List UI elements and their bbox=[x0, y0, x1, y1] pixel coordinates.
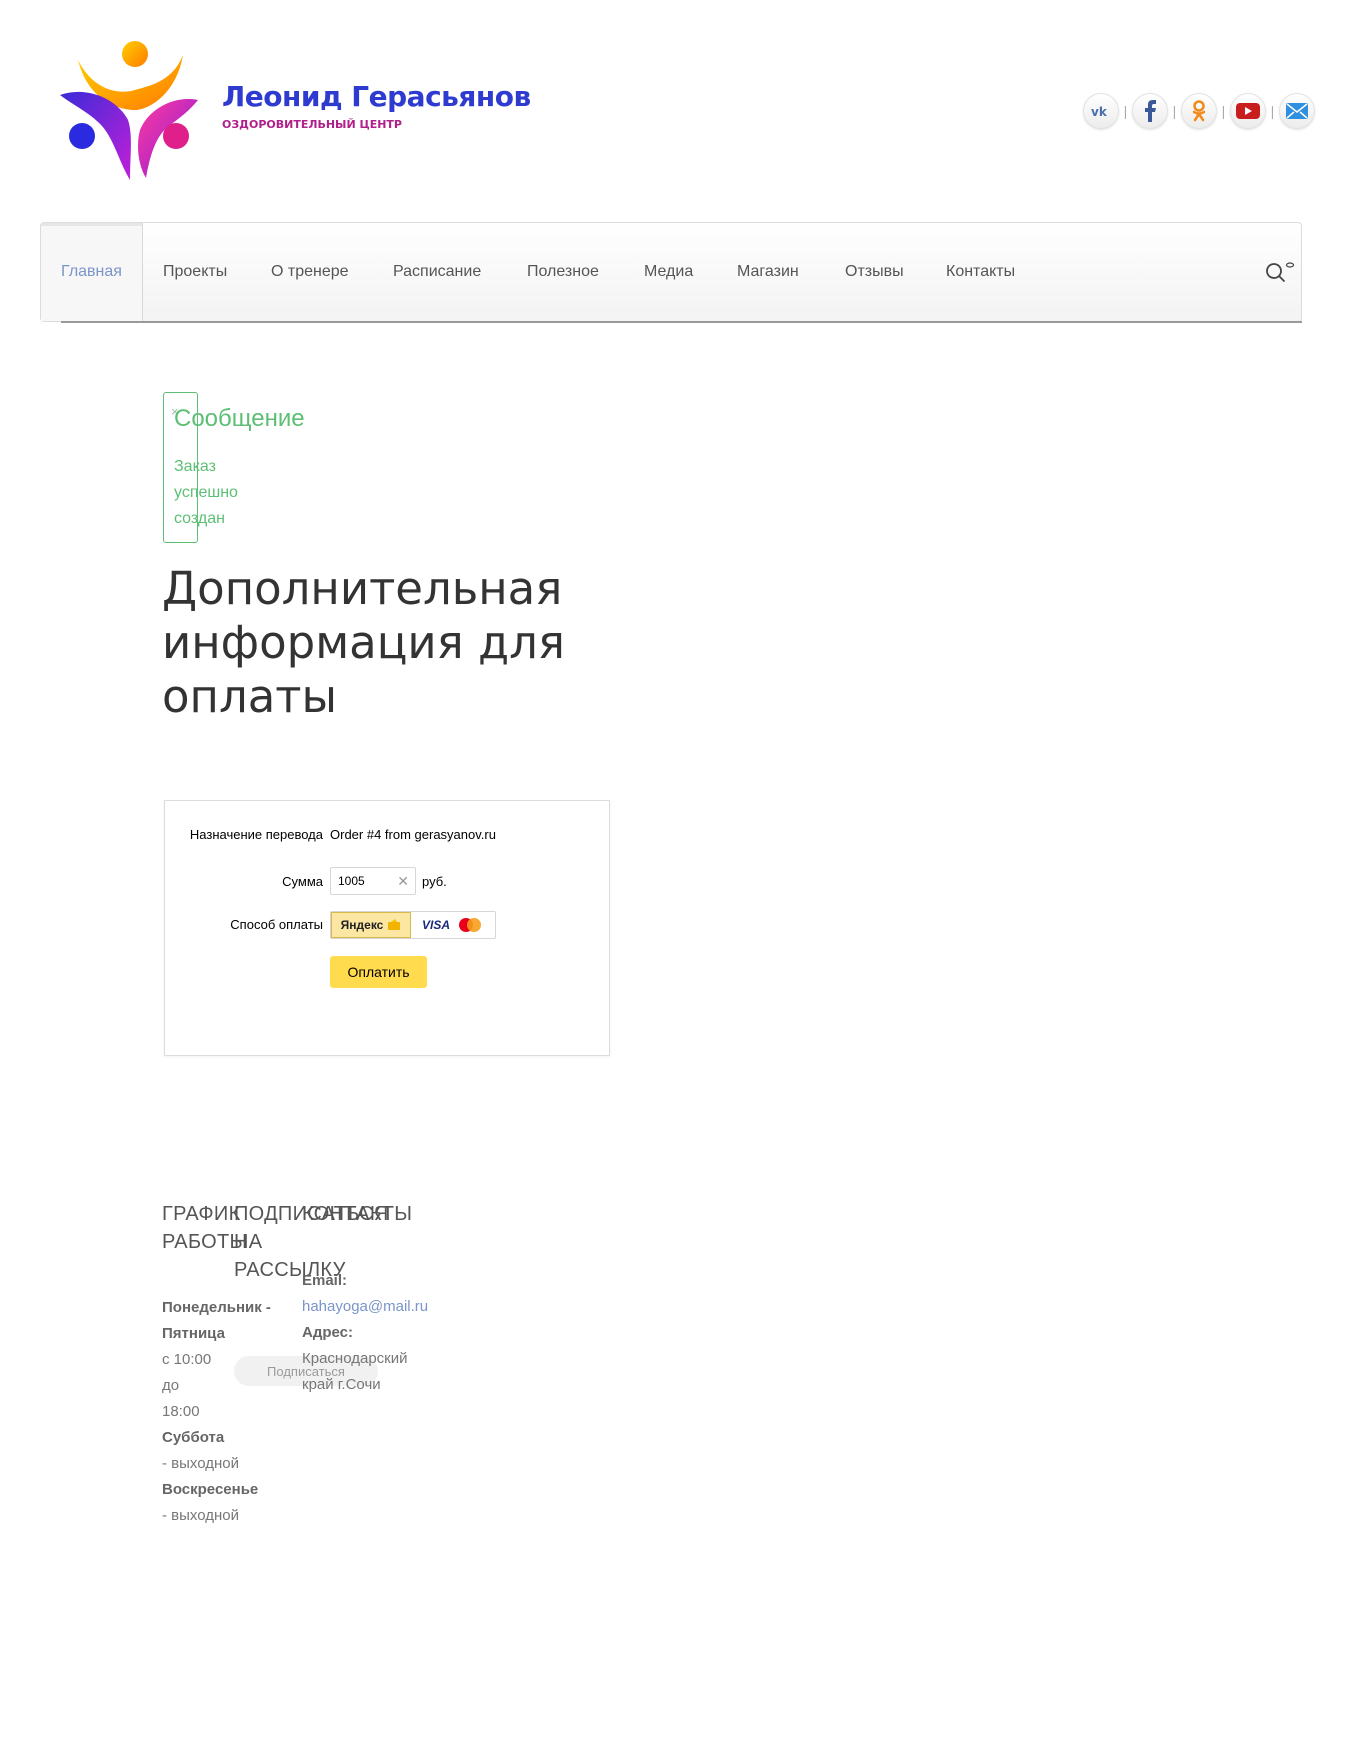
email-link[interactable]: hahayoga@mail.ru bbox=[302, 1298, 428, 1315]
nav-item-schedule[interactable]: Расписание bbox=[393, 223, 481, 321]
schedule-block: Понедельник - Пятница с 10:00 до 18:00 С… bbox=[162, 1295, 282, 1529]
sunday-value: - выходной bbox=[162, 1507, 240, 1524]
site-logo[interactable] bbox=[58, 40, 213, 185]
weekdays-hours: с 10:00 до 18:00 bbox=[162, 1351, 212, 1420]
nav-item-shop[interactable]: Магазин bbox=[737, 223, 799, 321]
address-label: Адрес: bbox=[302, 1324, 353, 1341]
sum-input[interactable]: 1005 ✕ bbox=[330, 867, 416, 895]
contacts-block: Email: hahayoga@mail.ru Адрес: Краснодар… bbox=[302, 1268, 442, 1398]
nav-item-contacts[interactable]: Контакты bbox=[946, 223, 1015, 321]
weekdays-label: Понедельник - Пятница bbox=[162, 1299, 271, 1342]
nav-item-home[interactable]: Главная bbox=[41, 223, 143, 321]
youtube-icon[interactable] bbox=[1230, 93, 1266, 129]
mastercard-icon bbox=[459, 918, 481, 932]
currency-label: руб. bbox=[422, 874, 447, 889]
method-bank-card[interactable]: VISA bbox=[411, 912, 495, 938]
vk-icon[interactable]: vk bbox=[1083, 93, 1119, 129]
yandex-label: Яндекс bbox=[340, 918, 384, 932]
odnoklassniki-icon[interactable] bbox=[1181, 93, 1217, 129]
contacts-title: КОНТАКТЫ bbox=[302, 1203, 413, 1225]
method-label: Способ оплаты bbox=[230, 917, 323, 932]
visa-logo: VISA bbox=[421, 918, 450, 932]
sum-label: Сумма bbox=[282, 874, 323, 889]
purpose-value: Order #4 from gerasyanov.ru bbox=[330, 827, 496, 842]
purpose-label: Назначение перевода bbox=[189, 827, 323, 842]
nav-item-projects[interactable]: Проекты bbox=[163, 223, 227, 321]
payment-form: Назначение перевода Order #4 from gerasy… bbox=[164, 800, 610, 1056]
sunday-label: Воскресенье bbox=[162, 1481, 259, 1498]
brand-name: Леонид Герасьянов bbox=[222, 80, 531, 113]
address-value: Краснодарский край г.Сочи bbox=[302, 1350, 408, 1393]
saturday-label: Суббота bbox=[162, 1429, 225, 1446]
nav-item-media[interactable]: Медиа bbox=[644, 223, 693, 321]
message-title: Сообщение bbox=[174, 405, 305, 432]
pay-button[interactable]: Оплатить bbox=[330, 956, 427, 988]
separator: | bbox=[1270, 103, 1275, 119]
saturday-value: - выходной bbox=[162, 1455, 240, 1472]
social-links: vk | | | | bbox=[1083, 93, 1315, 129]
method-yandex[interactable]: Яндекс bbox=[331, 912, 411, 938]
main-nav: Главная Проекты О тренере Расписание Пол… bbox=[40, 222, 1302, 322]
nav-item-trainer[interactable]: О тренере bbox=[271, 223, 349, 321]
nav-underline bbox=[61, 321, 1302, 323]
separator: | bbox=[1221, 103, 1226, 119]
brand-subtitle: ОЗДОРОВИТЕЛЬНЫЙ ЦЕНТР bbox=[222, 118, 402, 131]
mail-icon[interactable] bbox=[1279, 93, 1315, 129]
clear-icon[interactable]: ✕ bbox=[397, 868, 409, 894]
separator: | bbox=[1172, 103, 1177, 119]
nav-item-useful[interactable]: Полезное bbox=[527, 223, 599, 321]
page-title: Дополнительная информация для оплаты bbox=[162, 562, 565, 723]
payment-methods: Яндекс VISA bbox=[330, 911, 496, 939]
email-label: Email: bbox=[302, 1272, 348, 1289]
separator: | bbox=[1123, 103, 1128, 119]
nav-item-reviews[interactable]: Отзывы bbox=[845, 223, 904, 321]
wallet-icon bbox=[388, 919, 401, 930]
svg-text:vk: vk bbox=[1091, 105, 1108, 117]
message-text: Заказ успешно создан bbox=[174, 458, 238, 527]
facebook-icon[interactable] bbox=[1132, 93, 1168, 129]
sum-value: 1005 bbox=[338, 874, 365, 888]
search-icon[interactable] bbox=[1265, 261, 1295, 285]
